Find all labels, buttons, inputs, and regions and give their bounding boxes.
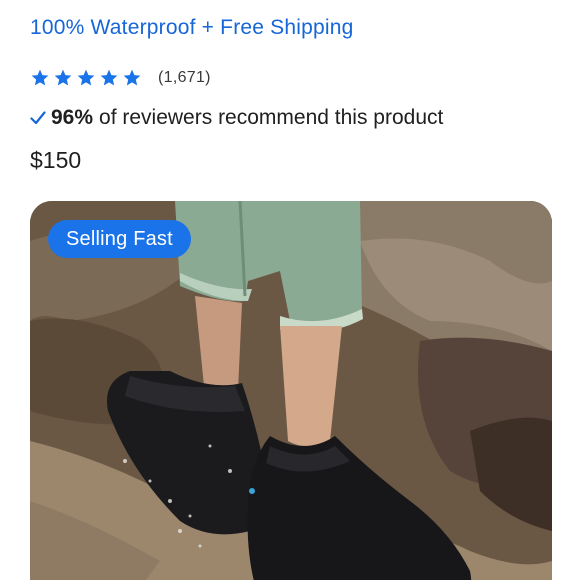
product-subtitle: 100% Waterproof + Free Shipping: [30, 16, 354, 39]
review-count[interactable]: (1,671): [158, 69, 211, 87]
star-rating: [30, 68, 142, 88]
star-icon: [31, 69, 49, 86]
recommend-percent: 96%: [51, 106, 94, 129]
product-price: $150: [30, 147, 82, 173]
product-title-cropped: [30, 0, 450, 6]
star-icon: [77, 69, 95, 86]
recommend-row: 96% of reviewers recommend this product: [30, 106, 443, 130]
checkmark-icon: [30, 111, 46, 125]
selling-fast-badge: Selling Fast: [48, 220, 191, 258]
star-icon: [123, 69, 141, 86]
rating-row[interactable]: (1,671): [30, 68, 211, 88]
star-icon: [100, 69, 118, 86]
product-page: 100% Waterproof + Free Shipping (1,671) …: [0, 0, 580, 580]
recommend-text: of reviewers recommend this product: [99, 106, 444, 129]
star-icon: [54, 69, 72, 86]
